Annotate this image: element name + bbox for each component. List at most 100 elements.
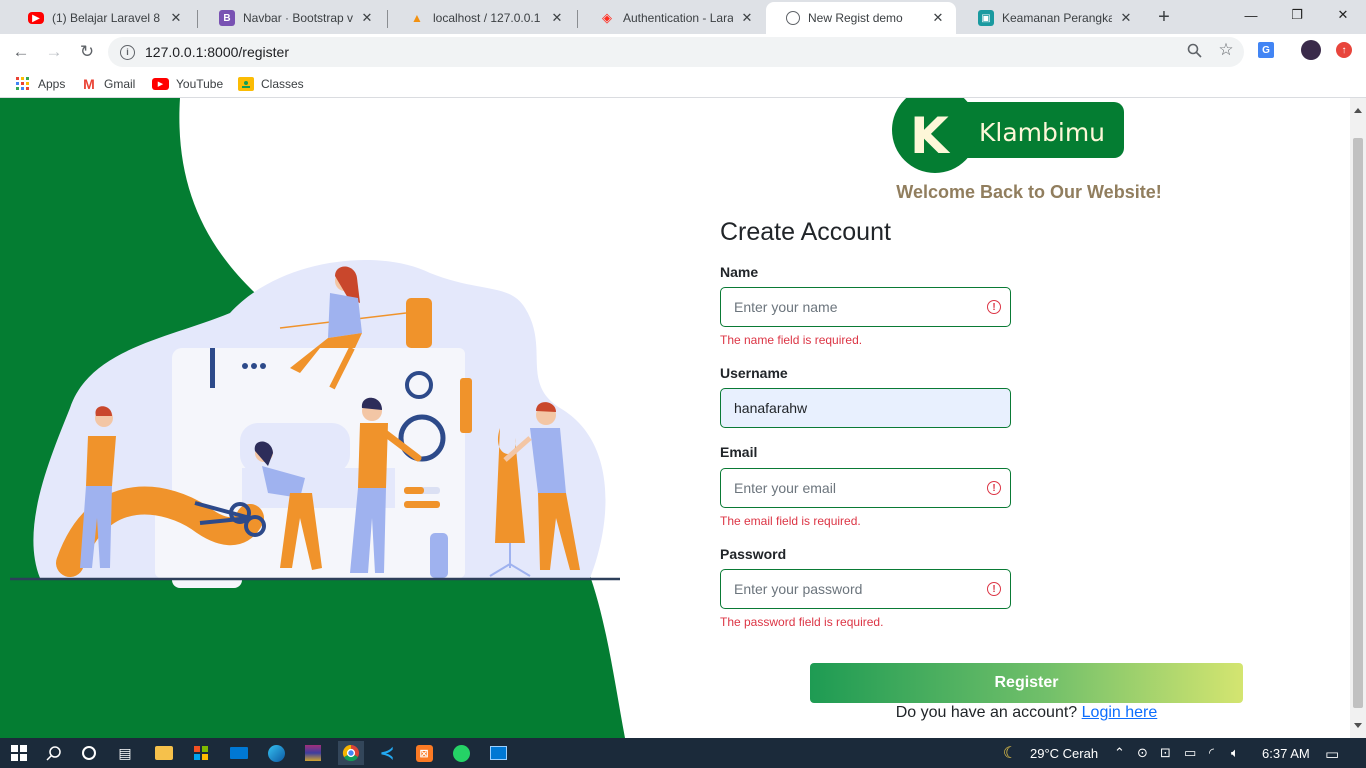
browser-toolbar: ← → ↻ i 127.0.0.1:8000/register ☆ G ↑ bbox=[0, 34, 1366, 70]
classroom-icon bbox=[238, 77, 254, 91]
translate-icon[interactable]: G bbox=[1256, 40, 1276, 60]
tab-phpmyadmin[interactable]: ▲ localhost / 127.0.0.1 / la ✕ bbox=[389, 2, 575, 34]
close-icon[interactable]: ✕ bbox=[359, 10, 375, 26]
username-input[interactable] bbox=[720, 388, 1011, 428]
update-icon[interactable]: ↑ bbox=[1334, 40, 1354, 60]
email-label: Email bbox=[720, 444, 758, 460]
weather-text[interactable]: 29°C Cerah bbox=[1030, 746, 1098, 761]
zoom-icon[interactable] bbox=[1184, 40, 1204, 60]
bookmark-gmail[interactable]: M Gmail bbox=[81, 75, 135, 93]
store-icon[interactable] bbox=[189, 741, 213, 765]
photos-icon[interactable] bbox=[486, 741, 510, 765]
phpmyadmin-icon: ▲ bbox=[411, 11, 423, 25]
info-icon[interactable]: i bbox=[120, 44, 135, 60]
system-tray-icon[interactable]: ⊙ bbox=[1137, 745, 1148, 761]
bookmark-classes[interactable]: Classes bbox=[238, 75, 304, 93]
clock-time[interactable]: 6:37 AM bbox=[1262, 746, 1310, 761]
register-button[interactable]: Register bbox=[810, 663, 1243, 703]
tab-title: localhost / 127.0.0.1 / la bbox=[433, 11, 543, 25]
bootstrap-icon: B bbox=[219, 10, 235, 26]
tab-title: New Regist demo bbox=[808, 11, 903, 25]
login-link[interactable]: Login here bbox=[1082, 704, 1158, 721]
close-icon[interactable]: ✕ bbox=[1118, 10, 1134, 26]
bookmark-label: Apps bbox=[38, 77, 66, 91]
whatsapp-icon[interactable] bbox=[449, 741, 473, 765]
avatar[interactable] bbox=[1301, 40, 1321, 60]
cortana-icon[interactable] bbox=[77, 741, 101, 765]
bookmark-label: Gmail bbox=[104, 77, 136, 91]
apps-grid-icon bbox=[15, 77, 31, 91]
windows-taskbar: ▤ ≺ ⊠ ☾ 29°C Cerah ⌃ ⊙ ⊡ ▭ ◜ 🔈︎ 6:37 AM … bbox=[0, 738, 1366, 768]
close-icon[interactable]: ✕ bbox=[168, 10, 184, 26]
reload-button[interactable]: ↻ bbox=[75, 40, 99, 64]
new-tab-button[interactable]: + bbox=[1152, 6, 1176, 30]
brand-name-text: Klambimu bbox=[979, 118, 1105, 147]
close-icon[interactable]: ✕ bbox=[930, 10, 946, 26]
volume-icon[interactable]: 🔈︎ bbox=[1231, 745, 1239, 761]
form-title: Create Account bbox=[720, 218, 891, 246]
globe-icon bbox=[786, 11, 800, 25]
tab-title: Navbar · Bootstrap v5.2 bbox=[243, 11, 353, 25]
scrollbar-thumb[interactable] bbox=[1353, 138, 1363, 708]
bookmark-youtube[interactable]: ▶ YouTube bbox=[152, 75, 223, 93]
tab-bootstrap[interactable]: B Navbar · Bootstrap v5.2 ✕ bbox=[199, 2, 385, 34]
vscode-icon[interactable]: ≺ bbox=[375, 741, 399, 765]
scroll-down-arrow[interactable] bbox=[1354, 723, 1362, 728]
classroom-icon: ▣ bbox=[978, 10, 994, 26]
notifications-icon[interactable]: ▭ bbox=[1325, 745, 1339, 763]
address-bar[interactable]: i 127.0.0.1:8000/register bbox=[108, 37, 1244, 67]
xampp-icon[interactable]: ⊠ bbox=[412, 741, 436, 765]
tab-title: Authentication - Larave bbox=[623, 11, 733, 25]
name-input[interactable] bbox=[720, 287, 1011, 327]
scroll-up-arrow[interactable] bbox=[1354, 108, 1362, 113]
name-label: Name bbox=[720, 264, 759, 280]
winrar-icon[interactable] bbox=[301, 741, 325, 765]
email-error: The email field is required. bbox=[720, 514, 861, 528]
bookmark-label: YouTube bbox=[176, 77, 224, 91]
gmail-icon: M bbox=[83, 76, 95, 92]
bookmark-star-icon[interactable]: ☆ bbox=[1216, 40, 1236, 60]
tab-classroom[interactable]: ▣ Keamanan Perangkat Lu ✕ bbox=[958, 2, 1144, 34]
forward-button[interactable]: → bbox=[42, 40, 66, 64]
brand-mark-text: K bbox=[910, 107, 951, 165]
password-input[interactable] bbox=[720, 569, 1011, 609]
error-icon: ! bbox=[987, 582, 1001, 596]
page-scrollbar[interactable] bbox=[1350, 98, 1366, 738]
mail-icon[interactable] bbox=[227, 741, 251, 765]
tailoring-illustration bbox=[0, 98, 625, 738]
back-button[interactable]: ← bbox=[9, 40, 33, 64]
tab-laravel[interactable]: ◈ Authentication - Larave ✕ bbox=[579, 2, 765, 34]
tab-separator bbox=[577, 10, 578, 28]
chevron-up-icon[interactable]: ⌃ bbox=[1114, 745, 1125, 761]
edge-icon[interactable] bbox=[264, 741, 288, 765]
task-view-icon[interactable]: ▤ bbox=[113, 741, 137, 765]
tab-separator bbox=[197, 10, 198, 28]
youtube-icon: ▶ bbox=[152, 78, 169, 90]
security-icon[interactable]: ⊡ bbox=[1160, 745, 1171, 761]
search-icon[interactable] bbox=[42, 741, 66, 765]
email-input[interactable] bbox=[720, 468, 1011, 508]
close-icon[interactable]: ✕ bbox=[549, 10, 565, 26]
file-explorer-icon[interactable] bbox=[152, 741, 176, 765]
welcome-heading: Welcome Back to Our Website! bbox=[896, 182, 1162, 202]
weather-icon[interactable]: ☾ bbox=[998, 741, 1022, 765]
klambimu-logo: K Klambimu bbox=[892, 98, 1124, 173]
tab-youtube[interactable]: ▶ (1) Belajar Laravel 8 | 20 ✕ bbox=[8, 2, 194, 34]
laravel-icon: ◈ bbox=[602, 10, 612, 25]
wifi-icon[interactable]: ◜ bbox=[1209, 745, 1214, 761]
windows-start-icon[interactable] bbox=[7, 741, 31, 765]
login-prompt: Do you have an account? Login here bbox=[810, 704, 1243, 722]
close-window-button[interactable]: ✕ bbox=[1320, 0, 1366, 30]
name-error: The name field is required. bbox=[720, 333, 863, 347]
minimize-button[interactable]: — bbox=[1228, 0, 1274, 30]
battery-icon[interactable]: ▭ bbox=[1184, 745, 1196, 761]
youtube-icon: ▶ bbox=[28, 12, 44, 24]
bookmark-apps[interactable]: Apps bbox=[15, 75, 65, 93]
tab-separator bbox=[387, 10, 388, 28]
chrome-icon[interactable] bbox=[338, 741, 364, 765]
close-icon[interactable]: ✕ bbox=[739, 10, 755, 26]
restore-button[interactable]: ❐ bbox=[1274, 0, 1320, 30]
tab-new-regist-demo[interactable]: New Regist demo ✕ bbox=[766, 2, 956, 34]
tab-title: (1) Belajar Laravel 8 | 20 bbox=[52, 11, 162, 25]
tab-title: Keamanan Perangkat Lu bbox=[1002, 11, 1112, 25]
